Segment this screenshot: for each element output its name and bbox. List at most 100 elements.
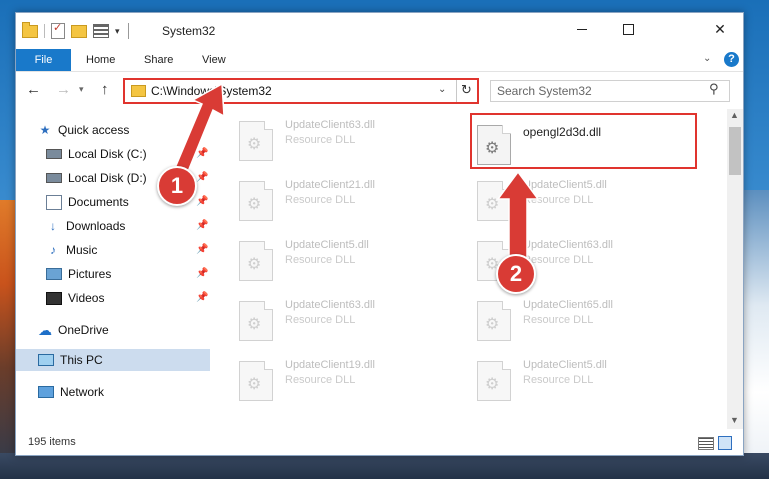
tab-share[interactable]: Share	[144, 49, 173, 71]
folder-icon	[22, 21, 38, 38]
sidebar-item-onedrive[interactable]: ☁ OneDrive	[38, 319, 210, 341]
pin-icon[interactable]: 📌	[196, 172, 208, 183]
file-item[interactable]: ⚙ UpdateClient19.dll Resource DLL	[239, 355, 459, 405]
chevron-down-icon[interactable]: ⌄	[703, 53, 711, 64]
minimize-icon	[577, 28, 587, 30]
sidebar-item-music[interactable]: ♪ Music 📌	[46, 239, 210, 261]
new-folder-icon[interactable]	[71, 24, 87, 38]
file-name: UpdateClient5.dll	[523, 179, 607, 191]
tab-file[interactable]: File	[16, 49, 71, 71]
sidebar-item-label: Downloads	[66, 219, 126, 233]
pin-icon[interactable]: 📌	[196, 268, 208, 279]
file-type: Resource DLL	[285, 314, 356, 326]
title-bar: ▾ System32 ✕	[16, 13, 743, 49]
maximize-button[interactable]	[605, 13, 651, 45]
tab-view[interactable]: View	[202, 49, 226, 71]
help-icon[interactable]: ?	[724, 52, 739, 67]
dll-file-icon: ⚙	[239, 361, 273, 401]
search-input[interactable]	[495, 82, 704, 100]
chevron-down-icon[interactable]: ⌄	[438, 84, 446, 95]
view-icon[interactable]	[93, 24, 109, 38]
maximize-icon	[622, 23, 634, 35]
network-icon	[38, 386, 54, 398]
picture-icon	[46, 268, 62, 280]
file-name: UpdateClient63.dll	[285, 119, 375, 131]
tab-home[interactable]: Home	[86, 49, 115, 71]
back-arrow-icon[interactable]: ←	[26, 81, 41, 98]
minimize-button[interactable]	[559, 13, 605, 45]
pin-icon[interactable]: 📌	[196, 220, 208, 231]
file-name: UpdateClient5.dll	[523, 359, 607, 371]
file-item[interactable]: ⚙ UpdateClient65.dll Resource DLL	[477, 295, 697, 345]
file-name: UpdateClient63.dll	[523, 239, 613, 251]
pin-icon[interactable]: 📌	[196, 196, 208, 207]
vertical-scrollbar[interactable]: ▲ ▼	[727, 109, 743, 429]
desktop-background-left	[0, 200, 15, 479]
file-item[interactable]: ⚙ UpdateClient63.dll Resource DLL	[239, 115, 459, 165]
sidebar-item-pictures[interactable]: Pictures 📌	[46, 263, 210, 285]
search-icon[interactable]: ⚲	[709, 81, 719, 97]
pin-icon[interactable]: 📌	[196, 148, 208, 159]
file-name: UpdateClient19.dll	[285, 359, 375, 371]
file-item[interactable]: ⚙ UpdateClient63.dll Resource DLL	[239, 295, 459, 345]
step-badge-2: 2	[496, 254, 536, 294]
document-icon	[46, 194, 62, 210]
cloud-icon: ☁	[38, 321, 52, 338]
large-icons-view-icon[interactable]	[718, 436, 732, 450]
scroll-up-icon[interactable]: ▲	[730, 110, 739, 120]
sidebar-item-label: Music	[66, 243, 98, 257]
search-box[interactable]: ⚲	[490, 80, 730, 102]
file-name: UpdateClient65.dll	[523, 299, 613, 311]
sidebar-item-label: Network	[60, 385, 105, 399]
download-icon: ↓	[50, 219, 56, 233]
sidebar-item-network[interactable]: Network	[38, 381, 210, 403]
status-bar: 195 items	[16, 430, 743, 455]
chevron-down-icon[interactable]: ▾	[115, 26, 120, 37]
close-button[interactable]: ✕	[697, 13, 743, 45]
up-arrow-icon[interactable]: ↑	[101, 81, 109, 98]
file-item[interactable]: ⚙ UpdateClient21.dll Resource DLL	[239, 175, 459, 225]
file-type: Resource DLL	[523, 194, 594, 206]
dll-file-icon: ⚙	[477, 181, 511, 221]
scroll-down-icon[interactable]: ▼	[730, 415, 739, 425]
desktop-background-right	[741, 190, 769, 479]
sidebar-item-label: Quick access	[58, 123, 130, 137]
sidebar-item-label: Local Disk (C:)	[68, 147, 147, 161]
file-item[interactable]: ⚙ UpdateClient5.dll Resource DLL	[477, 355, 697, 405]
desktop-background-bottom	[0, 453, 769, 479]
refresh-icon[interactable]: ↻	[461, 82, 472, 98]
scrollbar-thumb[interactable]	[729, 127, 741, 175]
address-row: ← → ▾ ↑ C:\Windows\System32 ⌄ ↻ ⚲	[16, 72, 743, 108]
file-item[interactable]: ⚙ UpdateClient5.dll Resource DLL	[239, 235, 459, 285]
file-type: Resource DLL	[285, 254, 356, 266]
sidebar-item-videos[interactable]: Videos 📌	[46, 287, 210, 309]
sidebar-item-downloads[interactable]: ↓ Downloads 📌	[46, 215, 210, 237]
gear-icon: ⚙	[485, 316, 500, 333]
step-badge-1: 1	[157, 166, 197, 206]
gear-icon: ⚙	[247, 136, 262, 153]
gear-icon: ⚙	[247, 316, 262, 333]
recent-locations-chevron-icon[interactable]: ▾	[79, 84, 84, 95]
gear-icon: ⚙	[485, 196, 500, 213]
sidebar-item-this-pc[interactable]: This PC	[16, 349, 210, 371]
address-path[interactable]: C:\Windows\System32	[151, 84, 272, 98]
file-type: Resource DLL	[285, 134, 356, 146]
sidebar-item-local-disk-c[interactable]: Local Disk (C:) 📌	[46, 143, 210, 165]
window-title: System32	[162, 24, 216, 38]
address-divider	[456, 80, 457, 102]
sidebar-item-quick-access[interactable]: ★ Quick access	[38, 119, 210, 141]
dll-file-icon: ⚙	[477, 301, 511, 341]
details-view-icon[interactable]	[698, 437, 714, 450]
star-icon: ★	[39, 123, 51, 137]
pin-icon[interactable]: 📌	[196, 292, 208, 303]
file-item[interactable]: ⚙ UpdateClient5.dll Resource DLL	[477, 175, 697, 225]
sidebar-item-label: OneDrive	[58, 323, 109, 337]
forward-arrow-icon[interactable]: →	[56, 81, 71, 98]
ribbon-tabs: File Home Share View ⌄ ?	[16, 49, 743, 72]
file-name: UpdateClient63.dll	[285, 299, 375, 311]
pin-icon[interactable]: 📌	[196, 244, 208, 255]
properties-icon[interactable]	[51, 21, 65, 39]
computer-icon	[38, 354, 54, 366]
address-bar[interactable]: C:\Windows\System32 ⌄ ↻	[123, 78, 479, 104]
dll-file-icon: ⚙	[239, 121, 273, 161]
